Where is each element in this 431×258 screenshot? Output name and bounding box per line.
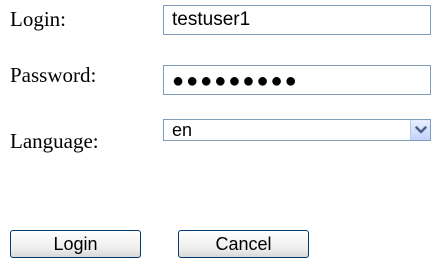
login-value: testuser1 [172,9,251,30]
chevron-down-icon[interactable] [410,120,430,140]
login-form: Login: testuser1 Password: ●●●●●●●●● Lan… [0,0,431,258]
password-field[interactable]: ●●●●●●●●● [163,65,431,95]
password-label: Password: [10,63,97,87]
login-label: Login: [10,7,66,31]
language-select[interactable]: en [163,119,431,141]
language-label: Language: [10,129,99,153]
login-button[interactable]: Login [10,230,141,258]
cancel-button[interactable]: Cancel [178,230,309,258]
language-value: en [172,120,193,140]
login-field[interactable]: testuser1 [163,5,431,35]
password-value: ●●●●●●●●● [172,69,299,92]
